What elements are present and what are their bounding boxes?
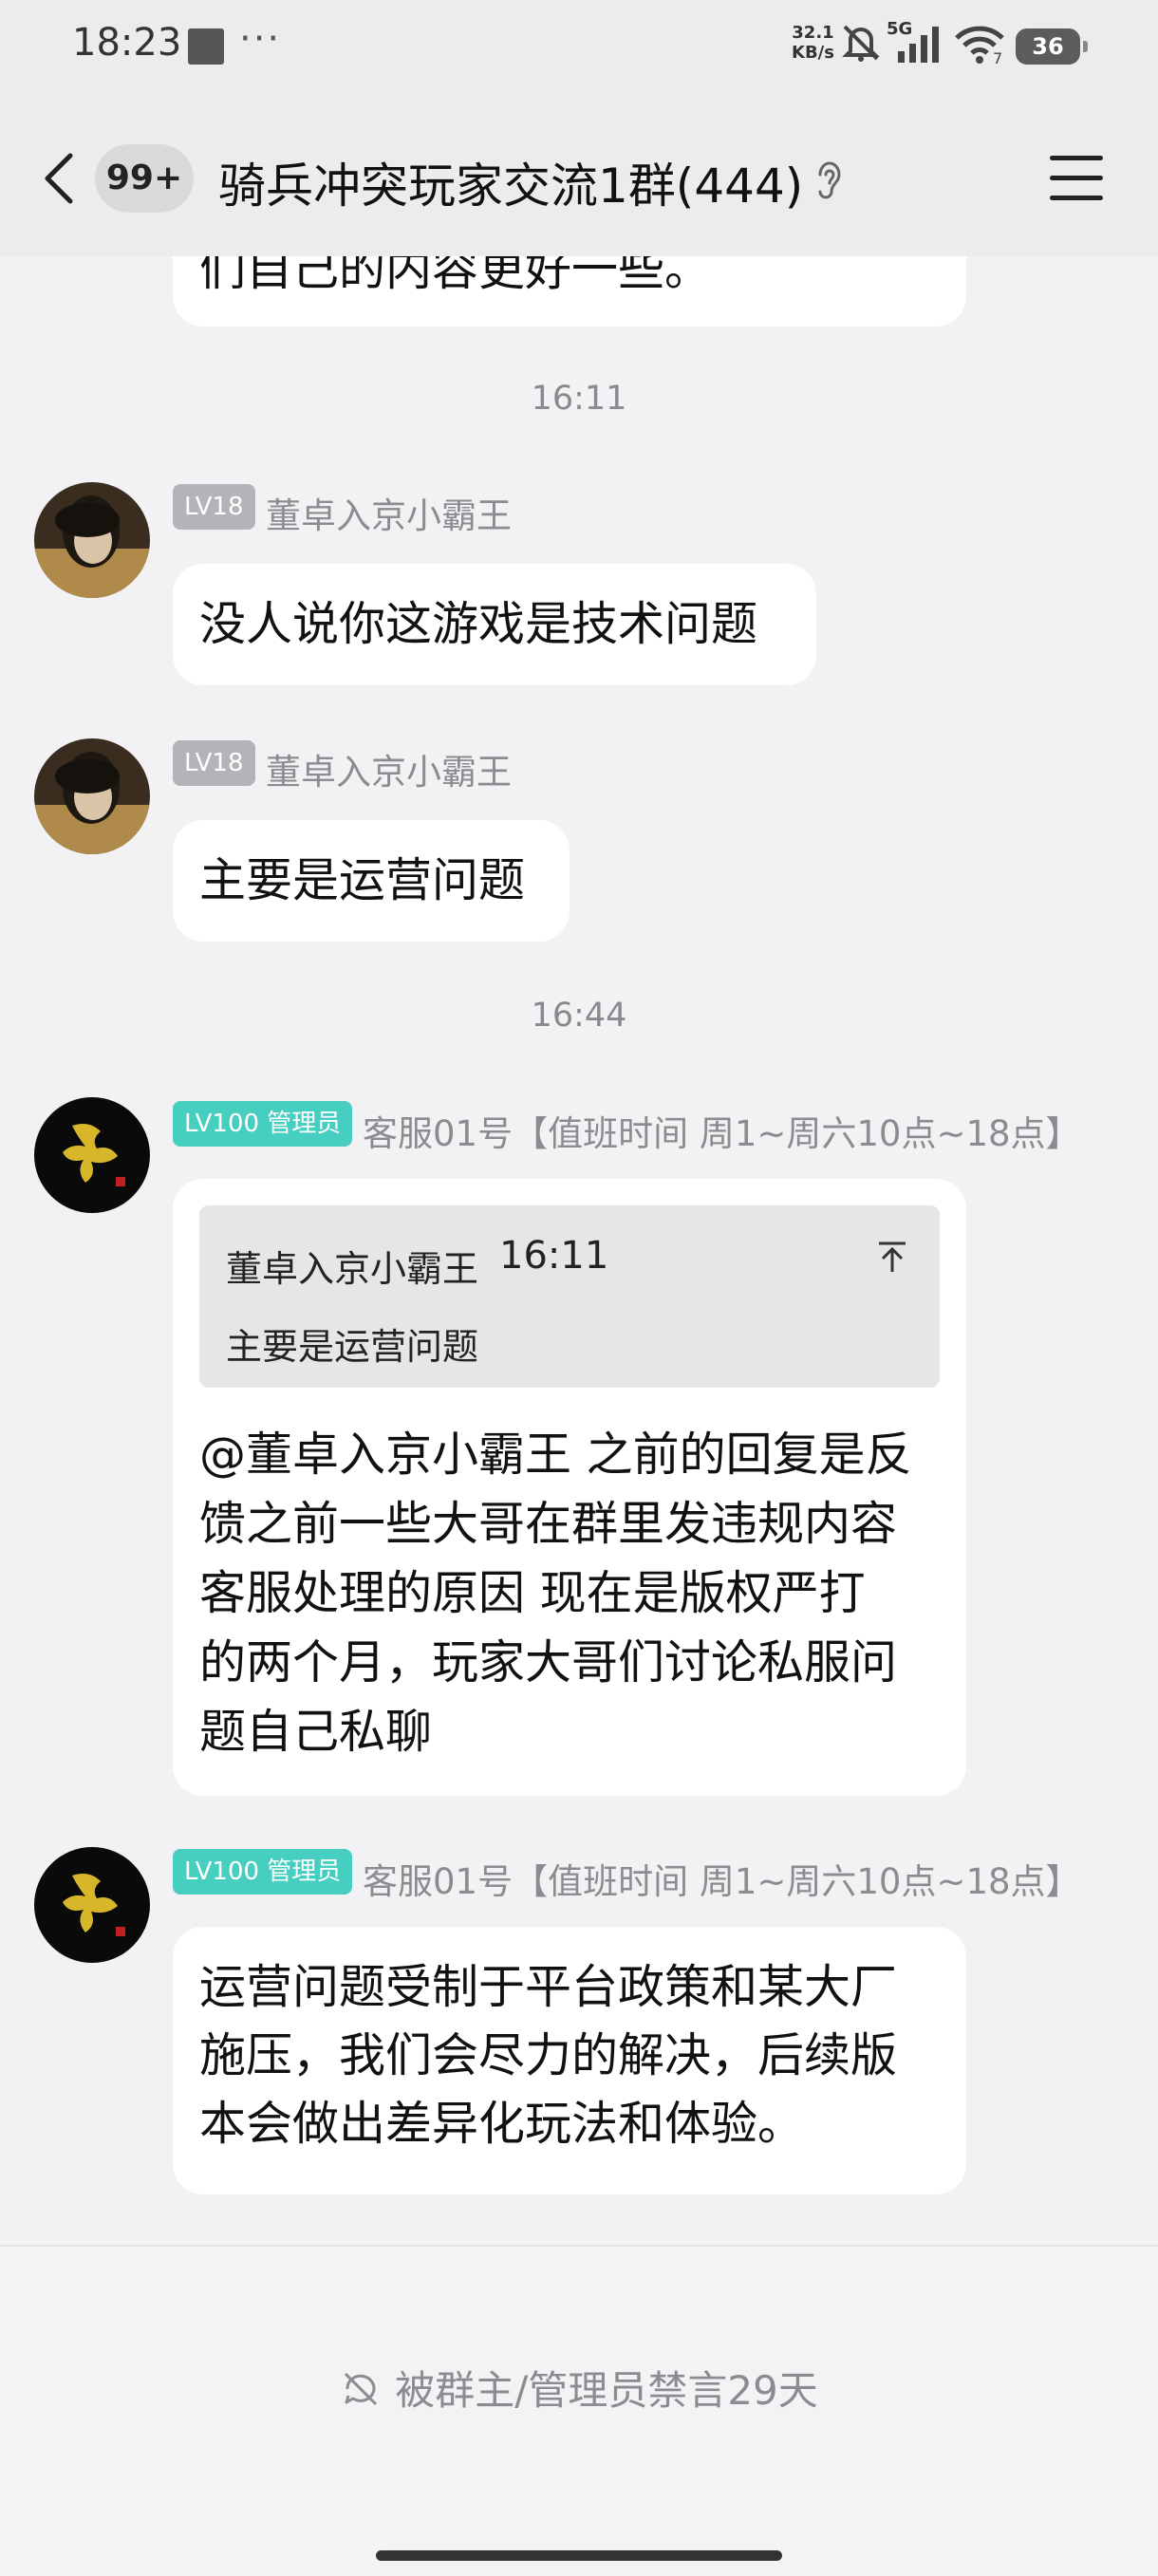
admin-badge: LV100 管理员 [173, 1849, 353, 1895]
net-speed-value: 32.1 [792, 23, 834, 43]
message-text: @董卓入京小霸王 之前的回复是反 馈之前一些大哥在群里发违规内容 客服处理的原因… [199, 1420, 912, 1766]
unread-count-badge[interactable]: 99+ [95, 144, 194, 213]
signal-bars-icon [898, 27, 939, 63]
level-badge: LV18 [173, 740, 255, 786]
group-title[interactable]: 骑兵冲突玩家交流1群(444) [218, 148, 803, 216]
message-bubble[interactable]: 没人说你这游戏是技术问题 [173, 564, 816, 685]
clock: 18:23 [72, 21, 182, 65]
message-line: 运营问题受制于平台政策和某大厂 [199, 1960, 898, 2014]
net-speed-unit: KB/s [792, 43, 834, 63]
mute-bell-icon [842, 25, 880, 62]
message-line: 施压，我们会尽力的解决，后续版 [199, 2028, 898, 2082]
sender-name[interactable]: 董卓入京小霸王 [266, 743, 512, 794]
jump-to-top-icon[interactable] [875, 1240, 909, 1274]
message-line: 的两个月，玩家大哥们讨论私服问 [199, 1635, 898, 1689]
message-bubble[interactable]: 运营问题受制于平台政策和某大厂 施压，我们会尽力的解决，后续版 本会做出差异化玩… [173, 1927, 966, 2194]
muted-chat-icon [345, 2372, 378, 2406]
message-line: 馈之前一些大哥在群里发违规内容 [199, 1497, 898, 1551]
message-line: 客服处理的原因 现在是版权严打 [199, 1566, 866, 1620]
message-text: 主要是运营问题 [199, 853, 526, 907]
quoted-reply[interactable]: 董卓入京小霸王 16:11 主要是运营问题 [199, 1205, 940, 1388]
menu-icon[interactable] [1050, 156, 1103, 201]
avatar[interactable] [34, 738, 150, 854]
input-area: 被群主/管理员禁言29天 [0, 2245, 1158, 2576]
battery-icon: 36 [1016, 28, 1088, 65]
avatar[interactable] [34, 1097, 150, 1213]
ear-icon[interactable] [812, 158, 847, 203]
timestamp-divider: 16:44 [531, 997, 627, 1035]
quote-text: 主要是运营问题 [226, 1326, 479, 1368]
sender-name[interactable]: 客服01号【值班时间 周1~周六10点~18点】 [363, 1853, 1081, 1904]
muted-notice: 被群主/管理员禁言29天 [0, 2359, 1158, 2417]
more-notifications-icon: ··· [239, 17, 282, 61]
message-text: 没人说你这游戏是技术问题 [199, 597, 758, 651]
sender-name[interactable]: 董卓入京小霸王 [266, 487, 512, 538]
network-speed: 32.1 KB/s [792, 23, 834, 63]
admin-badge: LV100 管理员 [173, 1101, 353, 1147]
message-bubble[interactable]: 主要是运营问题 [173, 820, 570, 942]
avatar[interactable] [34, 482, 150, 598]
sender-name[interactable]: 客服01号【值班时间 周1~周六10点~18点】 [363, 1105, 1081, 1156]
avatar[interactable] [34, 1847, 150, 1963]
quote-time: 16:11 [499, 1234, 609, 1278]
notification-icon [188, 28, 224, 65]
chat-header: 99+ 骑兵冲突玩家交流1群(444) [0, 91, 1158, 256]
quote-sender: 董卓入京小霸王 [226, 1248, 479, 1290]
message-line: 本会做出差异化玩法和体验。 [199, 2097, 805, 2151]
home-indicator[interactable] [376, 2550, 782, 2561]
message-line: 题自己私聊 [199, 1705, 433, 1759]
chat-area[interactable]: 们自己的内容更好一些。 16:11 LV18 董卓入京小霸王 没人说你这游戏是技… [0, 0, 1158, 2245]
timestamp-divider: 16:11 [531, 380, 627, 418]
message-line: @董卓入京小霸王 之前的回复是反 [199, 1428, 912, 1482]
back-arrow-icon[interactable] [38, 150, 80, 207]
wifi-level: 7 [993, 49, 1003, 67]
status-bar: 18:23 ··· 32.1 KB/s 5G 7 36 [0, 0, 1158, 91]
muted-text: 被群主/管理员禁言29天 [395, 2367, 818, 2414]
level-badge: LV18 [173, 484, 255, 530]
